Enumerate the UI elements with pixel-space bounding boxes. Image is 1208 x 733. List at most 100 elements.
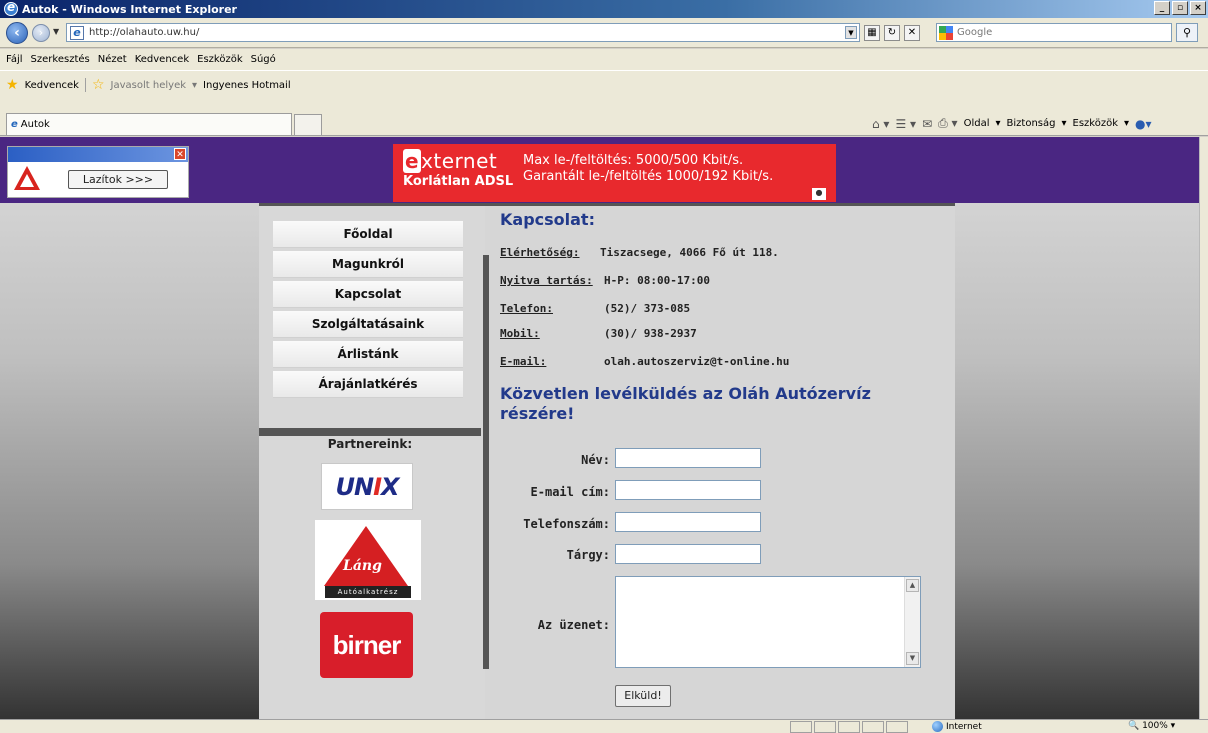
stop-icon[interactable]: ✕ <box>904 25 920 41</box>
close-icon[interactable]: ✕ <box>174 148 186 160</box>
menu-edit[interactable]: Szerkesztés <box>31 54 90 65</box>
address-dropdown-icon[interactable]: ▼ <box>845 26 857 39</box>
partners-title: Partnereink: <box>327 437 413 451</box>
help-icon[interactable]: ●▾ <box>1135 117 1152 131</box>
print-icon[interactable]: ⎙ ▾ <box>938 116 957 131</box>
email-field[interactable] <box>615 480 761 500</box>
tab-autok[interactable]: e Autok <box>6 113 292 135</box>
contact-value-mobile: (30)/ 938-2937 <box>604 327 697 340</box>
tools-menu-chevron-icon[interactable]: ▾ <box>1124 118 1129 129</box>
contact-title: Kapcsolat: <box>500 210 595 229</box>
scroll-up-icon[interactable]: ▲ <box>906 579 919 592</box>
birner-logo[interactable]: birner <box>320 612 413 678</box>
home-icon[interactable]: ⌂ ▾ <box>872 117 889 131</box>
tools-menu[interactable]: Eszközök <box>1073 118 1119 129</box>
page-icon: e <box>70 25 84 40</box>
textarea-scrollbar[interactable]: ▲ ▼ <box>904 577 920 667</box>
feeds-icon[interactable]: ☰ ▾ <box>895 117 916 131</box>
externet-logo: e xternet <box>403 149 497 173</box>
refresh-icon[interactable]: ↻ <box>884 25 900 41</box>
window-titlebar: Autok - Windows Internet Explorer _ ▫ × <box>0 0 1208 18</box>
form-heading: Közvetlen levélküldés az Oláh Autózervíz… <box>500 384 871 423</box>
address-toolbar: ‹ › ▼ e http://olahauto.uw.hu/ ▼ ▦ ↻ ✕ G… <box>0 18 1208 48</box>
submit-button[interactable]: Elküld! <box>615 685 671 707</box>
banner-line-2: Garantált le-/feltöltés 1000/192 Kbit/s. <box>523 169 774 184</box>
address-url[interactable]: http://olahauto.uw.hu/ <box>89 27 199 38</box>
favorites-star-icon[interactable]: ★ <box>6 77 19 93</box>
scroll-down-icon[interactable]: ▼ <box>906 652 919 665</box>
maximize-button[interactable]: ▫ <box>1172 1 1188 15</box>
nav-services[interactable]: Szolgáltatásaink <box>273 311 463 338</box>
minimize-button[interactable]: _ <box>1154 1 1170 15</box>
status-bar: Internet 🔍 100% ▾ <box>0 719 1208 733</box>
contact-label-address: Elérhetőség: <box>500 246 580 259</box>
back-button[interactable]: ‹ <box>6 22 28 44</box>
security-menu[interactable]: Biztonság <box>1007 118 1056 129</box>
menu-file[interactable]: Fájl <box>6 54 23 65</box>
close-window-button[interactable]: × <box>1190 1 1206 15</box>
menu-help[interactable]: Súgó <box>251 54 276 65</box>
page-menu[interactable]: Oldal <box>964 118 990 129</box>
chevron-down-icon[interactable]: ▾ <box>192 80 197 91</box>
column-divider <box>483 255 489 669</box>
message-textarea[interactable]: ▲ ▼ <box>615 576 921 668</box>
zone-label: Internet <box>946 721 982 732</box>
externet-banner[interactable]: e xternet Korlátlan ADSL Max le-/feltölté… <box>393 144 836 202</box>
search-placeholder: Google <box>957 27 993 38</box>
compatibility-icon[interactable]: ▦ <box>864 25 880 41</box>
status-cell <box>862 721 884 733</box>
menu-favorites[interactable]: Kedvencek <box>135 54 189 65</box>
contact-value-phone: (52)/ 373-085 <box>604 302 691 315</box>
nav-about[interactable]: Magunkról <box>273 251 463 278</box>
suggested-sites-link[interactable]: Javasolt helyek <box>111 80 186 91</box>
favorites-bar: ★ Kedvencek ☆ Javasolt helyek ▾ Ingyenes… <box>0 71 1208 111</box>
menu-tools[interactable]: Eszközök <box>197 54 243 65</box>
contact-value-address: Tiszacsege, 4066 Fő út 118. <box>600 246 779 259</box>
name-field[interactable] <box>615 448 761 468</box>
nav-quote[interactable]: Árajánlatkérés <box>273 371 463 398</box>
contact-label-phone: Telefon: <box>500 302 553 315</box>
nav-contact[interactable]: Kapcsolat <box>273 281 463 308</box>
lazitok-button[interactable]: Lazítok >>> <box>68 170 168 189</box>
address-input[interactable]: e http://olahauto.uw.hu/ ▼ <box>66 23 860 42</box>
unix-logo[interactable]: UNIX <box>321 463 413 510</box>
nav-pricelist[interactable]: Árlistánk <box>273 341 463 368</box>
mail-icon[interactable]: ✉ <box>922 117 932 131</box>
search-icon[interactable]: ⚲ <box>1176 23 1198 42</box>
contact-value-email: olah.autoszerviz@t-online.hu <box>604 355 790 368</box>
ad-info-icon[interactable]: ● <box>812 188 826 200</box>
window-title: Autok - Windows Internet Explorer <box>22 2 237 16</box>
history-dropdown-icon[interactable]: ▼ <box>53 27 59 36</box>
new-tab-button[interactable] <box>294 114 322 135</box>
warning-sign-inner <box>20 174 34 187</box>
menu-view[interactable]: Nézet <box>98 54 127 65</box>
status-cell <box>790 721 812 733</box>
add-favorite-icon[interactable]: ☆ <box>92 77 105 93</box>
favorites-button[interactable]: Kedvencek <box>25 80 79 91</box>
externet-logo-e: e <box>403 149 422 173</box>
contact-label-email: E-mail: <box>500 355 547 368</box>
subject-field[interactable] <box>615 544 761 564</box>
unix-logo-i: I <box>373 472 382 501</box>
unix-logo-un: UN <box>335 472 374 501</box>
ie-logo-icon <box>4 0 18 16</box>
page-menu-chevron-icon[interactable]: ▾ <box>996 118 1001 129</box>
search-input[interactable]: Google <box>936 23 1172 42</box>
ad-bar: ✕ Lazítok >>> e xternet Korlátlan ADSL Ma… <box>0 137 1199 203</box>
banner-line-1: Max le-/feltöltés: 5000/500 Kbit/s. <box>523 153 744 168</box>
forward-button[interactable]: › <box>32 24 50 42</box>
contact-label-mobile: Mobil: <box>500 327 540 340</box>
tab-title: Autok <box>20 119 50 130</box>
page-scrollbar[interactable] <box>1199 137 1208 719</box>
status-cell <box>886 721 908 733</box>
hotmail-link[interactable]: Ingyenes Hotmail <box>203 80 291 91</box>
nav-home[interactable]: Főoldal <box>273 221 463 248</box>
lang-logo-sub: Autóalkatrész <box>325 586 411 598</box>
zoom-control[interactable]: 🔍 100% ▾ <box>1128 721 1175 731</box>
phone-label: Telefonszám: <box>523 517 610 531</box>
security-menu-chevron-icon[interactable]: ▾ <box>1061 118 1066 129</box>
phone-field[interactable] <box>615 512 761 532</box>
lang-logo[interactable]: Láng Autóalkatrész <box>315 520 421 600</box>
name-label: Név: <box>581 453 610 467</box>
security-zone[interactable]: Internet <box>932 721 982 732</box>
